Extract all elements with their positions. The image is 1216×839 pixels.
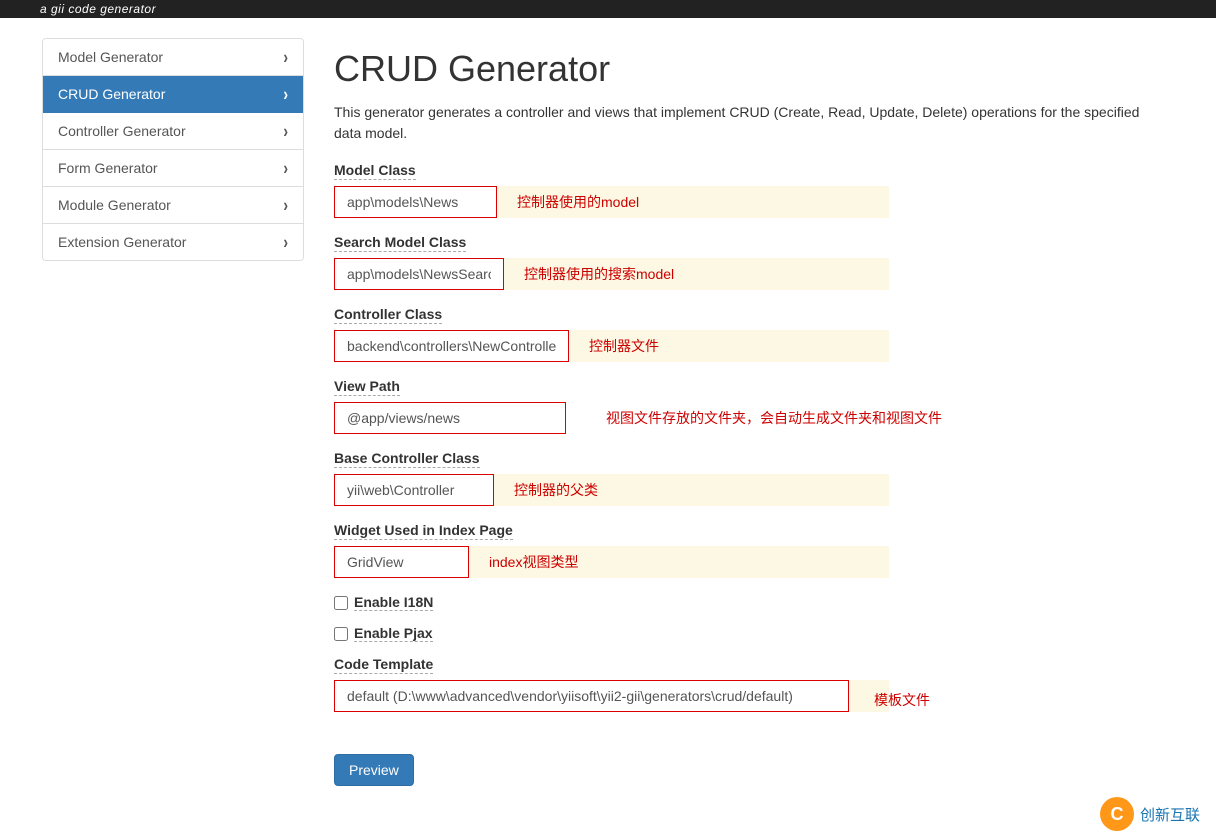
input-view-path[interactable]: [334, 402, 566, 434]
label-widget-index: Widget Used in Index Page: [334, 522, 513, 540]
generator-list: Model Generator › CRUD Generator › Contr…: [42, 38, 304, 261]
input-model-class[interactable]: [334, 186, 497, 218]
label-search-model-class: Search Model Class: [334, 234, 466, 252]
logo-text: a gii code generator: [40, 2, 156, 16]
label-base-controller-class: Base Controller Class: [334, 450, 480, 468]
chevron-right-icon: ›: [283, 47, 288, 68]
sidebar-item-label: Extension Generator: [58, 234, 186, 250]
field-enable-i18n: Enable I18N: [334, 594, 1186, 611]
sidebar-item-label: CRUD Generator: [58, 86, 165, 102]
label-enable-pjax: Enable Pjax: [354, 625, 433, 642]
input-search-model-class[interactable]: [334, 258, 504, 290]
input-controller-class[interactable]: [334, 330, 569, 362]
sidebar-item-controller-generator[interactable]: Controller Generator ›: [43, 113, 303, 150]
annotation-widget-index: index视图类型: [469, 552, 578, 572]
sidebar-item-extension-generator[interactable]: Extension Generator ›: [43, 224, 303, 260]
sidebar-item-label: Controller Generator: [58, 123, 186, 139]
main-content: CRUD Generator This generator generates …: [334, 38, 1186, 786]
chevron-right-icon: ›: [283, 232, 288, 253]
sidebar-item-label: Model Generator: [58, 49, 163, 65]
app-logo: a gii code generator: [40, 0, 156, 18]
field-controller-class: Controller Class 控制器文件: [334, 306, 1186, 362]
checkbox-enable-pjax[interactable]: [334, 627, 348, 641]
field-widget-index: Widget Used in Index Page index视图类型: [334, 522, 1186, 578]
chevron-right-icon: ›: [283, 84, 288, 105]
label-enable-i18n: Enable I18N: [354, 594, 433, 611]
sidebar-item-label: Module Generator: [58, 197, 171, 213]
label-code-template: Code Template: [334, 656, 433, 674]
watermark-icon: C: [1100, 797, 1134, 831]
page-title: CRUD Generator: [334, 48, 1186, 90]
preview-button[interactable]: Preview: [334, 754, 414, 786]
annotation-base-controller-class: 控制器的父类: [494, 480, 598, 500]
label-model-class: Model Class: [334, 162, 416, 180]
field-model-class: Model Class 控制器使用的model: [334, 162, 1186, 218]
input-base-controller-class[interactable]: [334, 474, 494, 506]
input-widget-index[interactable]: [334, 546, 469, 578]
chevron-right-icon: ›: [283, 195, 288, 216]
label-controller-class: Controller Class: [334, 306, 442, 324]
field-code-template: Code Template 模板文件: [334, 656, 1186, 732]
sidebar-item-crud-generator[interactable]: CRUD Generator ›: [43, 76, 303, 113]
label-view-path: View Path: [334, 378, 400, 396]
annotation-model-class: 控制器使用的model: [497, 192, 639, 212]
page-description: This generator generates a controller an…: [334, 102, 1154, 144]
field-view-path: View Path 视图文件存放的文件夹，会自动生成文件夹和视图文件: [334, 378, 1186, 434]
sidebar-item-label: Form Generator: [58, 160, 158, 176]
field-enable-pjax: Enable Pjax: [334, 625, 1186, 642]
field-base-controller-class: Base Controller Class 控制器的父类: [334, 450, 1186, 506]
sidebar-item-model-generator[interactable]: Model Generator ›: [43, 39, 303, 76]
page-container: Model Generator › CRUD Generator › Contr…: [0, 18, 1216, 806]
chevron-right-icon: ›: [283, 158, 288, 179]
input-code-template[interactable]: [334, 680, 849, 712]
watermark: C 创新互联: [1100, 797, 1200, 831]
sidebar-item-module-generator[interactable]: Module Generator ›: [43, 187, 303, 224]
field-search-model-class: Search Model Class 控制器使用的搜索model: [334, 234, 1186, 290]
sidebar-item-form-generator[interactable]: Form Generator ›: [43, 150, 303, 187]
annotation-controller-class: 控制器文件: [569, 336, 659, 356]
checkbox-enable-i18n[interactable]: [334, 596, 348, 610]
annotation-code-template: 模板文件: [854, 692, 930, 708]
watermark-text: 创新互联: [1140, 804, 1200, 825]
annotation-view-path: 视图文件存放的文件夹，会自动生成文件夹和视图文件: [566, 408, 942, 428]
annotation-search-model-class: 控制器使用的搜索model: [504, 264, 674, 284]
chevron-right-icon: ›: [283, 121, 288, 142]
top-navbar: a gii code generator: [0, 0, 1216, 18]
sidebar: Model Generator › CRUD Generator › Contr…: [42, 38, 304, 786]
